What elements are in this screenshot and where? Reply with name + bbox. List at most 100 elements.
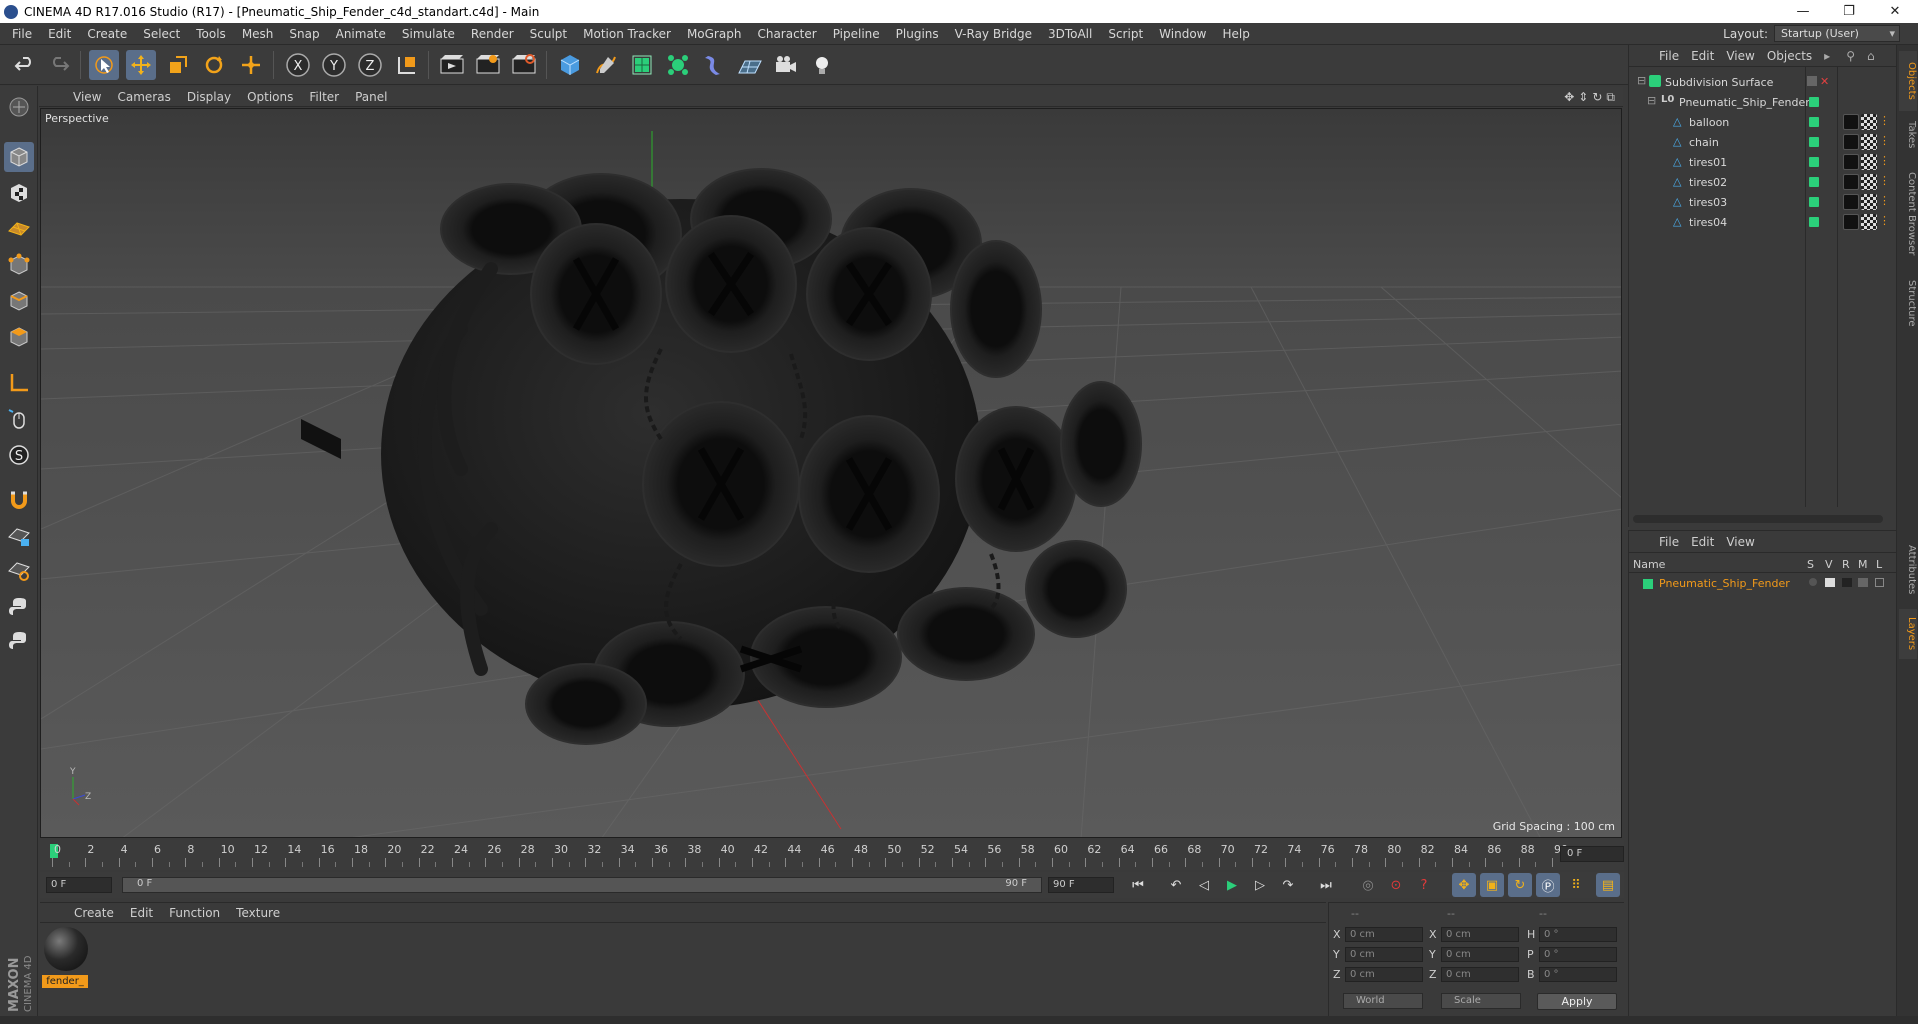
timeline-window-icon[interactable]: ▤ — [1596, 873, 1620, 897]
menu-3dtoall[interactable]: 3DToAll — [1040, 27, 1100, 41]
rotation-track-icon[interactable]: ↻ — [1508, 873, 1532, 897]
dolly-icon[interactable]: ⇕ — [1578, 90, 1588, 105]
uvw-tag-icon[interactable] — [1861, 114, 1877, 130]
python-script-2-icon[interactable] — [4, 626, 34, 656]
material-tag-icon[interactable] — [1843, 134, 1859, 150]
keyframe-selection-icon[interactable]: ? — [1412, 873, 1436, 897]
texture-mode-icon[interactable] — [4, 178, 34, 208]
uvw-tag-icon[interactable] — [1861, 154, 1877, 170]
layer-color-swatch[interactable] — [1643, 579, 1653, 589]
search-icon[interactable]: ⚲ — [1840, 49, 1861, 63]
next-keyframe-icon[interactable]: ↷ — [1276, 873, 1300, 897]
menu-select[interactable]: Select — [135, 27, 188, 41]
layer-visible-toggle[interactable] — [1825, 578, 1835, 587]
cloner-icon[interactable] — [663, 50, 693, 80]
material-thumbnail[interactable] — [44, 927, 88, 971]
select-arrow-icon[interactable] — [89, 50, 119, 80]
scale-track-icon[interactable]: ▣ — [1480, 873, 1504, 897]
menu-window[interactable]: Window — [1151, 27, 1214, 41]
position-track-icon[interactable]: ✥ — [1452, 873, 1476, 897]
pen-spline-icon[interactable] — [591, 50, 621, 80]
object-menu-file[interactable]: File — [1653, 49, 1685, 63]
menu-sculpt[interactable]: Sculpt — [522, 27, 575, 41]
layer-solo-toggle[interactable] — [1809, 578, 1817, 586]
tab-content-browser[interactable]: Content Browser — [1899, 159, 1917, 269]
tab-layers[interactable]: Layers — [1899, 609, 1917, 659]
menu-character[interactable]: Character — [749, 27, 824, 41]
material-menu-function[interactable]: Function — [161, 906, 228, 920]
uvw-tag-icon[interactable] — [1861, 194, 1877, 210]
disable-generator-icon[interactable]: ✕ — [1820, 75, 1829, 88]
object-row-tires04[interactable]: △ tires04 ⋮ — [1629, 212, 1897, 232]
menu-render[interactable]: Render — [463, 27, 522, 41]
tag-overflow-icon[interactable]: ⋮ — [1879, 174, 1890, 190]
layer-menu-view[interactable]: View — [1720, 535, 1760, 549]
rotation-h-field[interactable]: 0 ° — [1539, 927, 1617, 942]
point-level-animation-icon[interactable]: ⠿ — [1564, 873, 1588, 897]
floor-environment-icon[interactable] — [735, 50, 765, 80]
axis-mode-icon[interactable] — [4, 368, 34, 398]
menu-script[interactable]: Script — [1100, 27, 1151, 41]
menu-file[interactable]: File — [4, 27, 40, 41]
layer-lock-toggle[interactable] — [1875, 578, 1884, 587]
object-row-pneumatic-ship-fender[interactable]: ⊟ L0 Pneumatic_Ship_Fender — [1629, 92, 1897, 112]
render-view-icon[interactable] — [437, 50, 467, 80]
layer-menu-file[interactable]: File — [1653, 535, 1685, 549]
rotation-b-field[interactable]: 0 ° — [1539, 967, 1617, 982]
object-row-chain[interactable]: △ chain ⋮ — [1629, 132, 1897, 152]
edges-mode-icon[interactable] — [4, 286, 34, 316]
tab-structure[interactable]: Structure — [1899, 273, 1917, 333]
redo-icon[interactable] — [44, 50, 74, 80]
tag-overflow-icon[interactable]: ⋮ — [1879, 114, 1890, 130]
snap-enable-icon[interactable]: S — [4, 440, 34, 470]
menu-pipeline[interactable]: Pipeline — [825, 27, 888, 41]
camera-icon[interactable] — [771, 50, 801, 80]
workplane-mode-icon[interactable] — [4, 214, 34, 244]
object-row-subdivision-surface[interactable]: ⊟ Subdivision Surface ✕ — [1629, 72, 1897, 92]
points-mode-icon[interactable] — [4, 250, 34, 280]
position-z-field[interactable]: 0 cm — [1345, 967, 1423, 982]
material-menu-edit[interactable]: Edit — [122, 906, 161, 920]
multi-tool-icon[interactable] — [236, 50, 266, 80]
object-menu-more-icon[interactable]: ▸ — [1818, 49, 1836, 63]
collapse-icon[interactable]: ⊟ — [1647, 94, 1656, 107]
menu-mesh[interactable]: Mesh — [234, 27, 282, 41]
menu-edit[interactable]: Edit — [40, 27, 79, 41]
viewport-menu-display[interactable]: Display — [179, 90, 239, 104]
orbit-icon[interactable]: ↻ — [1592, 90, 1602, 105]
material-tag-icon[interactable] — [1843, 194, 1859, 210]
menu-plugins[interactable]: Plugins — [888, 27, 947, 41]
x-axis-lock-icon[interactable]: X — [283, 50, 313, 80]
viewport-menu-panel[interactable]: Panel — [347, 90, 395, 104]
tweak-mode-icon[interactable] — [4, 404, 34, 434]
object-row-tires02[interactable]: △ tires02 ⋮ — [1629, 172, 1897, 192]
pan-icon[interactable]: ✥ — [1564, 90, 1574, 105]
object-menu-objects[interactable]: Objects — [1761, 49, 1818, 63]
tab-attributes[interactable]: Attributes — [1899, 535, 1917, 605]
move-icon[interactable] — [126, 50, 156, 80]
end-frame-field[interactable]: 90 F — [1048, 877, 1114, 893]
deformer-icon[interactable] — [699, 50, 729, 80]
material-name-label[interactable]: fender_ — [42, 975, 88, 988]
tag-overflow-icon[interactable]: ⋮ — [1879, 214, 1890, 230]
frame-range-slider[interactable]: 0 F 90 F — [122, 877, 1042, 893]
material-tag-icon[interactable] — [1843, 114, 1859, 130]
previous-keyframe-icon[interactable]: ↶ — [1164, 873, 1188, 897]
material-tag-icon[interactable] — [1843, 154, 1859, 170]
tag-overflow-icon[interactable]: ⋮ — [1879, 194, 1890, 210]
menu-vray-bridge[interactable]: V-Ray Bridge — [947, 27, 1040, 41]
uvw-tag-icon[interactable] — [1861, 134, 1877, 150]
menu-motion-tracker[interactable]: Motion Tracker — [575, 27, 679, 41]
object-row-tires01[interactable]: △ tires01 ⋮ — [1629, 152, 1897, 172]
home-icon[interactable]: ⌂ — [1861, 49, 1881, 63]
layer-row[interactable]: Pneumatic_Ship_Fender — [1629, 575, 1896, 593]
viewport-menu-options[interactable]: Options — [239, 90, 301, 104]
object-row-tires03[interactable]: △ tires03 ⋮ — [1629, 192, 1897, 212]
edit-render-settings-icon[interactable] — [509, 50, 539, 80]
layer-toggle[interactable] — [1807, 76, 1817, 86]
minimize-button[interactable]: — — [1780, 0, 1826, 23]
autokeying-icon[interactable]: ⊙ — [1384, 873, 1408, 897]
maximize-icon[interactable]: ⧉ — [1606, 90, 1615, 105]
layout-select[interactable]: Startup (User) — [1774, 25, 1900, 42]
close-button[interactable]: ✕ — [1872, 0, 1918, 23]
